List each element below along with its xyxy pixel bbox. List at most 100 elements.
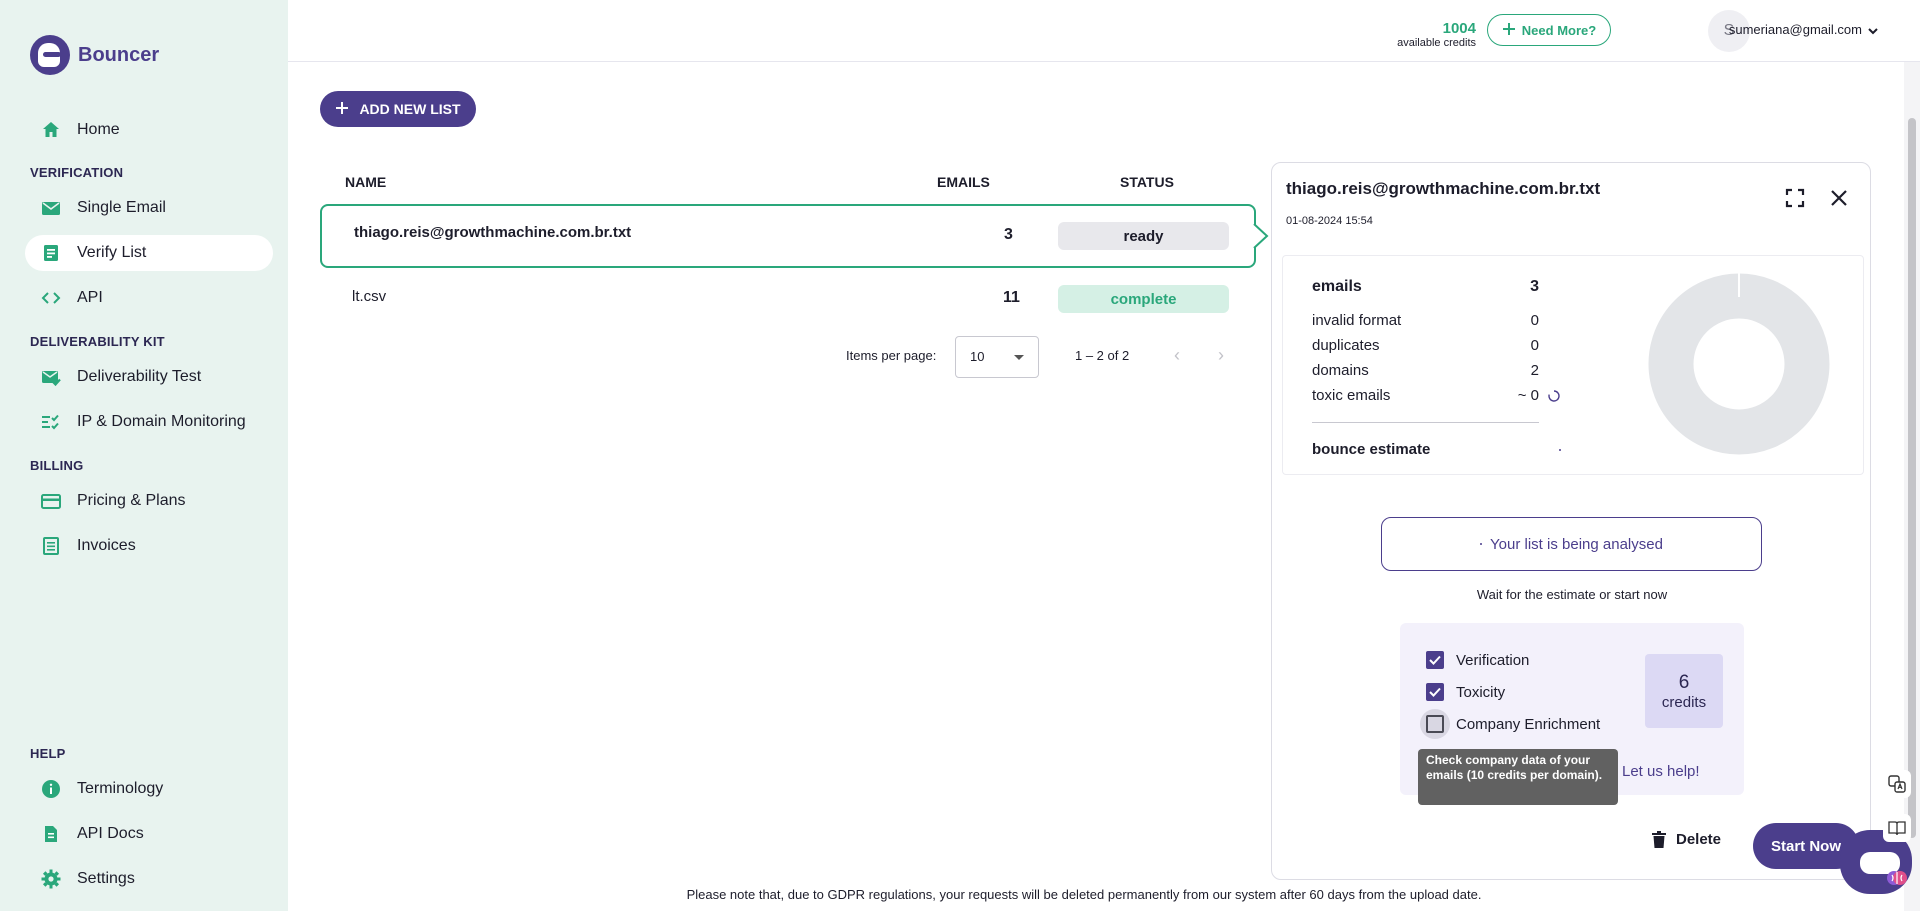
translate-icon[interactable] <box>1883 770 1911 798</box>
row-name[interactable]: thiago.reis@growthmachine.com.br.txt <box>354 224 631 241</box>
option-verification[interactable]: Verification <box>1426 651 1529 669</box>
code-brackets-icon <box>41 288 61 308</box>
app-logo[interactable]: Bouncer <box>30 35 159 75</box>
sidebar-item-settings[interactable]: Settings <box>25 861 273 897</box>
next-page-icon[interactable]: › <box>1218 346 1234 364</box>
credits-display: 1004 available credits <box>1397 20 1476 49</box>
let-us-help-link[interactable]: Let us help! <box>1622 763 1700 780</box>
page-size-value: 10 <box>970 349 985 364</box>
stat-emails-value: 3 <box>1530 278 1539 295</box>
mail-check-icon <box>41 367 61 387</box>
checkbox-unchecked-icon[interactable] <box>1426 715 1444 733</box>
option-label: Company Enrichment <box>1456 715 1601 733</box>
sidebar-item-label: Settings <box>77 870 135 887</box>
row-emails: 3 <box>1004 226 1013 243</box>
sidebar-item-single-email[interactable]: Single Email <box>25 190 273 226</box>
sidebar-item-pricing[interactable]: Pricing & Plans <box>25 483 273 519</box>
stats-box: emails 3 invalid format 0 duplicates 0 d… <box>1282 255 1864 475</box>
option-toxicity[interactable]: Toxicity <box>1426 683 1505 701</box>
list-document-icon <box>41 243 61 263</box>
sidebar-item-invoices[interactable]: Invoices <box>25 528 273 564</box>
dropdown-caret-icon <box>1014 355 1024 360</box>
receipt-icon <box>41 536 61 556</box>
sidebar-item-ip-domain-monitoring[interactable]: IP & Domain Monitoring <box>25 404 273 440</box>
wait-text: Wait for the estimate or start now <box>1476 587 1668 602</box>
plus-icon <box>1502 22 1516 39</box>
sidebar-item-label: Home <box>77 121 120 138</box>
section-verification: VERIFICATION <box>30 165 124 180</box>
stat-domains-value: 2 <box>1530 362 1539 379</box>
section-deliverability: DELIVERABILITY KIT <box>30 334 165 349</box>
row-name[interactable]: lt.csv <box>352 288 386 305</box>
sidebar-item-label: Terminology <box>77 780 164 797</box>
delete-button[interactable]: Delete <box>1652 831 1721 848</box>
donut-chart <box>1648 273 1830 455</box>
top-bar: 1004 available credits Need More? S sume… <box>288 0 1920 62</box>
credits-value: 1004 <box>1442 20 1476 37</box>
credits-cost-box: 6 credits <box>1645 654 1723 728</box>
close-icon[interactable] <box>1828 187 1850 209</box>
stat-duplicates-value: 0 <box>1530 337 1539 354</box>
user-email[interactable]: sumeriana@gmail.com <box>1729 22 1862 37</box>
stat-invalid-value: 0 <box>1530 312 1539 329</box>
envelope-icon <box>41 198 61 218</box>
add-new-list-button[interactable]: ADD NEW LIST <box>320 91 476 127</box>
bouncer-logo-icon <box>30 35 70 75</box>
sidebar-item-verify-list[interactable]: Verify List <box>25 235 273 271</box>
trash-icon <box>1652 831 1666 848</box>
chevron-down-icon[interactable] <box>1866 24 1880 38</box>
loading-spinner-icon <box>1548 390 1560 402</box>
credit-card-icon <box>41 491 61 511</box>
option-company-enrichment[interactable]: Company Enrichment <box>1420 709 1601 739</box>
plus-icon <box>335 101 349 118</box>
status-badge: ready <box>1058 222 1229 250</box>
checkbox-checked-icon[interactable] <box>1426 683 1444 701</box>
sidebar-item-label: IP & Domain Monitoring <box>77 413 246 430</box>
scrollbar-thumb[interactable] <box>1908 118 1916 838</box>
credits-cost-label: credits <box>1661 693 1707 711</box>
reader-book-icon[interactable] <box>1883 814 1911 842</box>
sidebar-item-label: Pricing & Plans <box>77 492 186 509</box>
status-badge: complete <box>1058 285 1229 313</box>
stats-divider <box>1312 422 1539 423</box>
sidebar-item-api-docs[interactable]: API Docs <box>25 816 273 852</box>
bounce-loading-dot <box>1559 449 1561 451</box>
home-icon <box>41 120 61 140</box>
enrichment-tooltip: Check company data of your emails (10 cr… <box>1418 749 1618 805</box>
app-name: Bouncer <box>78 43 160 66</box>
fullscreen-icon[interactable] <box>1784 187 1806 209</box>
add-new-list-label: ADD NEW LIST <box>359 101 461 117</box>
stat-toxic-value: ~ 0 <box>1517 387 1539 404</box>
checkbox-focus-halo <box>1420 709 1450 739</box>
items-per-page-select[interactable]: 10 <box>955 336 1039 378</box>
sidebar-item-api[interactable]: API <box>25 280 273 316</box>
sidebar-item-terminology[interactable]: Terminology <box>25 771 273 807</box>
row-emails: 11 <box>1003 289 1020 306</box>
sidebar-item-deliverability-test[interactable]: Deliverability Test <box>25 359 273 395</box>
row-pointer-arrow <box>1253 224 1269 248</box>
checkbox-checked-icon[interactable] <box>1426 651 1444 669</box>
list-detail-panel: thiago.reis@growthmachine.com.br.txt 01-… <box>1271 162 1871 880</box>
sidebar-item-label: Invoices <box>77 537 136 554</box>
sidebar-item-home[interactable]: Home <box>25 112 273 148</box>
analysis-status-box: Your list is being analysed <box>1381 517 1762 571</box>
need-more-label: Need More? <box>1521 22 1597 38</box>
items-per-page-label: Items per page: <box>846 348 937 363</box>
analysis-status-text: Your list is being analysed <box>1490 535 1663 553</box>
credits-cost-number: 6 <box>1678 671 1690 693</box>
need-more-button[interactable]: Need More? <box>1487 14 1611 46</box>
gdpr-notice: Please note that, due to GDPR regulation… <box>686 887 1482 902</box>
stat-bounce-label: bounce estimate <box>1312 441 1431 458</box>
column-header-name[interactable]: NAME <box>345 174 386 190</box>
ai-brain-icon[interactable] <box>1883 864 1911 892</box>
column-header-status[interactable]: STATUS <box>1120 174 1174 190</box>
column-header-emails[interactable]: EMAILS <box>937 174 990 190</box>
delete-label: Delete <box>1676 831 1722 848</box>
option-label: Verification <box>1456 651 1530 669</box>
sidebar-item-label: API <box>77 289 103 306</box>
panel-date: 01-08-2024 15:54 <box>1286 215 1373 227</box>
gear-icon <box>41 869 61 889</box>
info-icon <box>41 779 61 799</box>
sidebar-item-label: Deliverability Test <box>77 368 202 385</box>
previous-page-icon[interactable]: ‹ <box>1174 346 1190 364</box>
